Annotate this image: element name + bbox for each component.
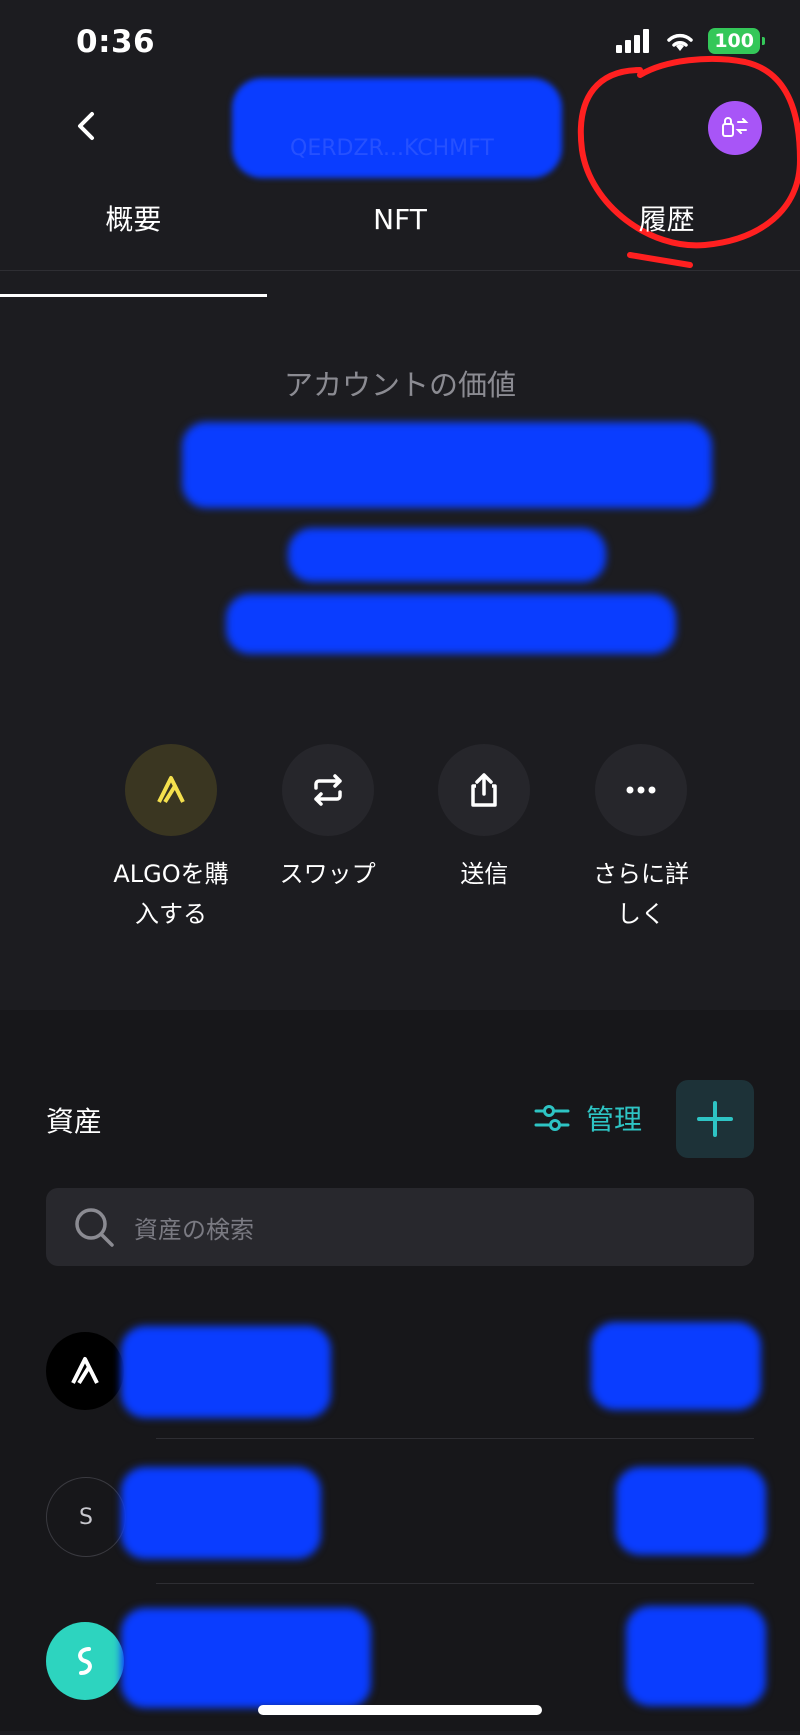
add-asset-button[interactable]	[676, 1080, 754, 1158]
more-icon	[626, 786, 656, 794]
redacted-asset-amount	[626, 1606, 766, 1706]
cellular-signal-icon	[616, 29, 650, 53]
wifi-icon	[667, 33, 694, 51]
redacted-change-value	[226, 594, 676, 654]
redacted-asset-name	[121, 1467, 321, 1559]
status-time: 0:36	[76, 24, 156, 60]
share-icon	[471, 773, 498, 807]
redacted-asset-name	[121, 1326, 331, 1418]
send-label: 送信	[460, 860, 509, 888]
chevron-left-icon	[78, 112, 94, 140]
assets-title: 資産	[46, 1105, 103, 1138]
more-action[interactable]: さらに詳しく	[566, 744, 716, 934]
redacted-account-title	[232, 78, 562, 178]
back-button[interactable]	[66, 106, 106, 146]
buy-algo-action[interactable]: ALGOを購入する	[96, 744, 246, 934]
plus-icon	[697, 1101, 733, 1137]
manage-button[interactable]: 管理	[534, 1098, 642, 1138]
asset-row-s[interactable]: S	[46, 1445, 766, 1590]
send-action[interactable]: 送信	[409, 744, 559, 934]
quick-actions: ALGOを購入する スワップ 送信 さらに詳しく	[96, 744, 716, 934]
row-divider	[156, 1583, 754, 1584]
tab-nft[interactable]: NFT	[267, 198, 534, 270]
swap-action[interactable]: スワップ	[253, 744, 403, 934]
asset-search[interactable]: 資産の検索	[46, 1188, 754, 1266]
row-divider	[156, 1438, 754, 1439]
battery-indicator: 100	[708, 28, 765, 54]
sliders-icon	[534, 1105, 570, 1131]
redacted-asset-name	[121, 1608, 371, 1708]
more-button[interactable]	[594, 744, 687, 836]
swap-label: スワップ	[279, 860, 376, 888]
tab-overview[interactable]: 概要	[0, 198, 267, 297]
home-indicator[interactable]	[258, 1705, 542, 1715]
letter-s-icon: S	[46, 1477, 126, 1557]
manage-label: 管理	[586, 1103, 643, 1136]
teal-token-icon	[46, 1622, 124, 1700]
send-button[interactable]	[438, 744, 531, 836]
asset-row-algo[interactable]	[46, 1300, 761, 1445]
account-value-label: アカウントの価値	[283, 368, 516, 402]
redacted-asset-amount	[591, 1322, 761, 1410]
swap-button[interactable]	[281, 744, 374, 836]
account-title: QERDZR...KCHMFT	[290, 136, 494, 161]
buy-algo-button[interactable]	[125, 744, 217, 836]
tab-history[interactable]: 履歴	[533, 198, 800, 270]
asset-letter: S	[79, 1504, 93, 1530]
more-label: さらに詳しく	[592, 860, 689, 928]
redacted-account-value	[182, 422, 712, 508]
algo-icon	[157, 776, 185, 804]
search-placeholder: 資産の検索	[134, 1215, 254, 1244]
buy-algo-label: ALGOを購入する	[113, 860, 229, 928]
lock-swap-icon	[722, 117, 749, 137]
swap-icon	[313, 774, 342, 806]
account-switch-button[interactable]	[708, 101, 762, 155]
search-icon	[75, 1208, 114, 1247]
tab-bar: 概要 NFT 履歴	[0, 198, 800, 297]
redacted-asset-amount	[616, 1467, 766, 1555]
redacted-secondary-value	[288, 528, 606, 582]
algo-icon	[46, 1332, 124, 1410]
status-icons: 100	[616, 28, 765, 54]
